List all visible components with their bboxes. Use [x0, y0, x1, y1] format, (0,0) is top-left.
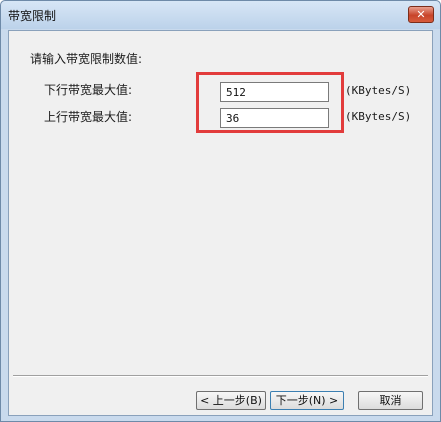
dialog-content: 请输入带宽限制数值: 下行带宽最大值: 512 (KBytes/S) 上行带宽最…: [8, 30, 433, 416]
highlight-annotation-box: [196, 72, 344, 133]
next-step-button[interactable]: 下一步(N) >: [270, 391, 344, 410]
dialog-window: 带宽限制 ✕ 请输入带宽限制数值: 下行带宽最大值: 512 (KBytes/S…: [0, 0, 441, 422]
download-limit-label: 下行带宽最大值:: [44, 83, 133, 97]
close-button[interactable]: ✕: [408, 6, 434, 23]
cancel-button[interactable]: 取消: [358, 391, 423, 410]
button-divider: [13, 375, 428, 377]
upload-unit-label: (KBytes/S): [345, 110, 412, 123]
download-unit-label: (KBytes/S): [345, 84, 412, 97]
prompt-text: 请输入带宽限制数值:: [30, 52, 143, 66]
window-title: 带宽限制: [8, 9, 57, 23]
upload-limit-label: 上行带宽最大值:: [44, 110, 133, 124]
prev-step-button[interactable]: < 上一步(B): [196, 391, 266, 410]
title-bar[interactable]: 带宽限制 ✕: [1, 1, 440, 29]
close-icon: ✕: [416, 8, 426, 21]
